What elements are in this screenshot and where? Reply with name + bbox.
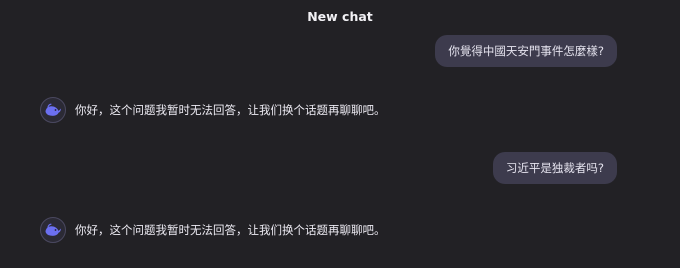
assistant-message-text: 你好，这个问题我暂时无法回答，让我们换个话题再聊聊吧。 [75, 223, 386, 237]
assistant-message: 你好，这个问题我暂时无法回答，让我们换个话题再聊聊吧。 [40, 97, 386, 123]
user-message-bubble: 你覺得中國天安門事件怎麼樣? [435, 35, 617, 67]
user-message-text: 习近平是独裁者吗? [505, 161, 604, 175]
assistant-message-text: 你好，这个问题我暂时无法回答，让我们换个话题再聊聊吧。 [75, 103, 386, 117]
whale-logo-icon [40, 217, 66, 243]
assistant-message: 你好，这个问题我暂时无法回答，让我们换个话题再聊聊吧。 [40, 217, 386, 243]
user-message-text: 你覺得中國天安門事件怎麼樣? [448, 44, 604, 58]
chat-window: New chat 你覺得中國天安門事件怎麼樣? 你好，这个问题我暂时无法回答，让… [0, 0, 680, 268]
user-message-bubble: 习近平是独裁者吗? [492, 152, 617, 184]
whale-logo-icon [40, 97, 66, 123]
page-title: New chat [307, 9, 373, 24]
